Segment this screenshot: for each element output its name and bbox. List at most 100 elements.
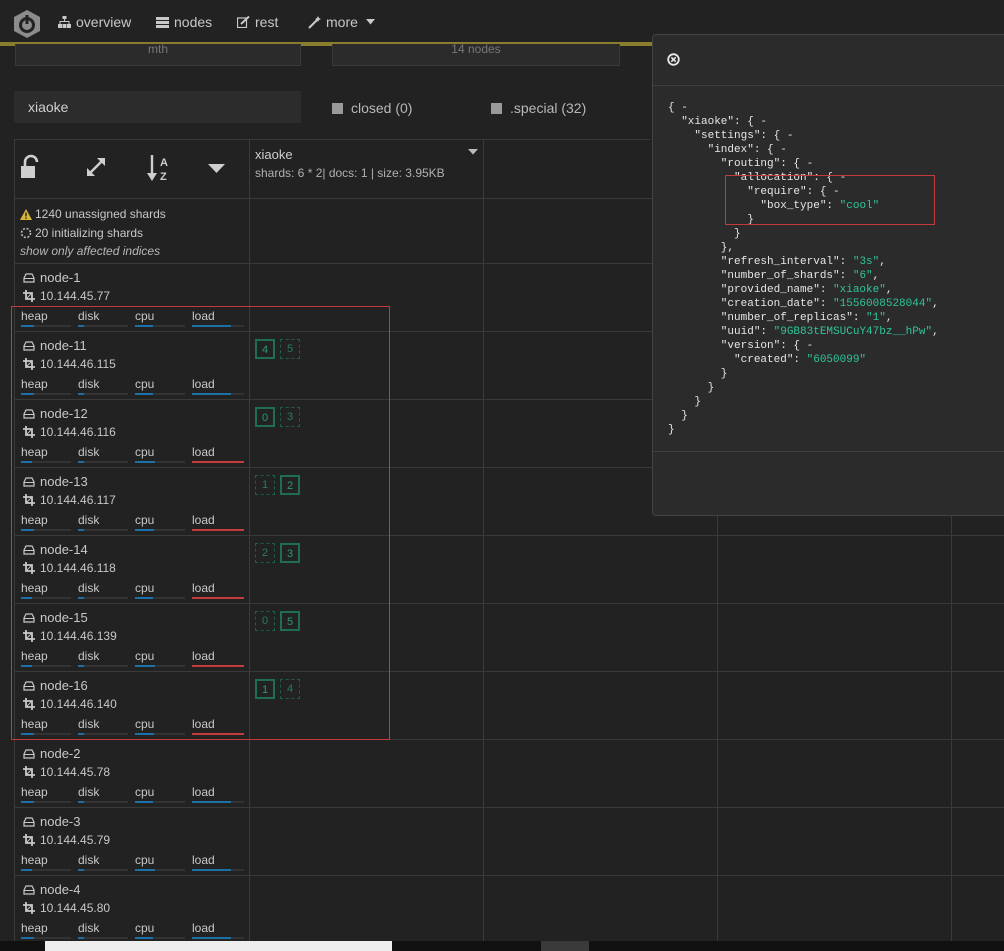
crop-icon [23,630,35,642]
node-name[interactable]: node-3 [23,814,80,829]
json-string-value: "1" [866,312,886,324]
crop-icon [23,766,35,778]
shard-replica[interactable]: 5 [280,339,300,359]
node-row[interactable]: node-12 10.144.46.116 heap disk cpu load [15,400,249,467]
nav-more-dropdown[interactable]: more [308,14,375,30]
node-name[interactable]: node-11 [23,338,87,353]
checkbox-box[interactable] [491,102,502,114]
server-stack-icon [156,16,169,28]
node-name[interactable]: node-15 [23,610,88,625]
metric-fill-heap [21,937,34,939]
caret-down-icon[interactable] [208,164,225,174]
close-icon[interactable] [667,53,680,66]
node-name[interactable]: node-4 [23,882,80,897]
node-name[interactable]: node-14 [23,542,88,557]
shard-replica[interactable]: 1 [255,475,275,495]
metric-label-load: load [192,513,215,527]
shard-primary[interactable]: 2 [280,475,300,495]
metric-bar-disk [78,325,128,327]
node-name-label: node-4 [40,882,81,897]
crop-icon [23,494,35,506]
metric-fill-disk [78,869,84,871]
node-row[interactable]: node-11 10.144.46.115 heap disk cpu load [15,332,249,399]
sort-alpha-icon[interactable]: A Z [147,154,173,182]
node-row[interactable]: node-15 10.144.46.139 heap disk cpu load [15,604,249,671]
json-string-value: "3s" [852,256,880,268]
show-affected-indices-link[interactable]: show only affected indices [20,242,160,261]
closed-indices-checkbox[interactable]: closed (0) [332,100,412,116]
metric-bar-disk [78,393,128,395]
node-ip: 10.144.46.140 [23,697,117,711]
shard-primary[interactable]: 5 [280,611,300,631]
shard-replica[interactable]: 2 [255,543,275,563]
nav-overview[interactable]: overview [58,14,131,30]
nav-nodes[interactable]: nodes [156,14,212,30]
metric-label-cpu: cpu [135,377,155,391]
expand-icon[interactable] [83,154,109,180]
node-ip-label: 10.144.45.79 [40,833,111,847]
crop-icon [23,290,35,302]
node-ip-label: 10.144.45.80 [40,901,111,915]
node-name[interactable]: node-16 [23,678,88,693]
shard-replica[interactable]: 3 [280,407,300,427]
metric-label-load: load [192,717,215,731]
metric-fill-heap [21,325,34,327]
metric-fill-disk [78,393,84,395]
node-row[interactable]: node-14 10.144.46.118 heap disk cpu load [15,536,249,603]
node-name[interactable]: node-2 [23,746,80,761]
shard-primary[interactable]: 3 [280,543,300,563]
metric-bar-disk [78,597,128,599]
special-indices-checkbox[interactable]: .special (32) [491,100,586,116]
shard-primary[interactable]: 4 [255,339,275,359]
metric-fill-disk [78,733,84,735]
hdd-icon [23,544,35,555]
taskbar-strip [0,941,1004,951]
metric-label-disk: disk [78,717,100,731]
hdd-icon [23,476,35,487]
node-name[interactable]: node-13 [23,474,88,489]
metric-fill-load [192,325,231,327]
checkbox-box[interactable] [332,102,343,114]
hdd-icon [23,612,35,623]
index-name[interactable]: xiaoke [255,147,293,162]
json-string-value: "cool" [839,200,880,212]
sitemap-icon [58,16,71,28]
index-column-header[interactable]: xiaoke shards: 6 * 2| docs: 1 | size: 3.… [250,141,483,198]
taskbar-search-box[interactable] [45,941,392,951]
node-row[interactable]: node-2 10.144.45.78 heap disk cpu load [15,740,249,807]
node-name-label: node-16 [40,678,88,693]
shard-replica[interactable]: 4 [280,679,300,699]
svg-text:A: A [160,157,168,169]
node-row[interactable]: node-13 10.144.46.117 heap disk cpu load [15,468,249,535]
metric-label-load: load [192,853,215,867]
node-row[interactable]: node-3 10.144.45.79 heap disk cpu load [15,808,249,875]
json-token: { - [668,102,688,114]
index-filter-input[interactable] [14,91,301,123]
json-string-value: "xiaoke" [833,284,886,296]
shard-primary[interactable]: 1 [255,679,275,699]
metric-label-heap: heap [21,581,48,595]
metric-fill-disk [78,529,84,531]
unlock-icon[interactable] [20,154,46,180]
node-row[interactable]: node-16 10.144.46.140 heap disk cpu load [15,672,249,739]
cerebro-logo-icon[interactable] [12,9,42,39]
shard-primary[interactable]: 0 [255,407,275,427]
shard-replica[interactable]: 0 [255,611,275,631]
metric-label-heap: heap [21,377,48,391]
svg-text:Z: Z [160,171,167,182]
node-row[interactable]: node-1 10.144.45.77 heap disk cpu load [15,264,249,331]
caret-down-icon[interactable] [468,149,478,155]
hdd-icon [23,340,35,351]
metric-fill-disk [78,461,84,463]
nodes-count-text: 14 nodes [451,44,501,56]
node-name[interactable]: node-1 [23,270,80,285]
metric-label-cpu: cpu [135,921,155,935]
caret-down-icon [365,19,375,25]
node-name-label: node-14 [40,542,88,557]
node-name[interactable]: node-12 [23,406,88,421]
nav-nodes-label: nodes [174,14,213,30]
nav-rest[interactable]: rest [237,14,278,30]
metric-fill-cpu [135,393,153,395]
taskbar-app-button[interactable] [541,941,589,951]
node-row[interactable]: node-4 10.144.45.80 heap disk cpu load [15,876,249,943]
